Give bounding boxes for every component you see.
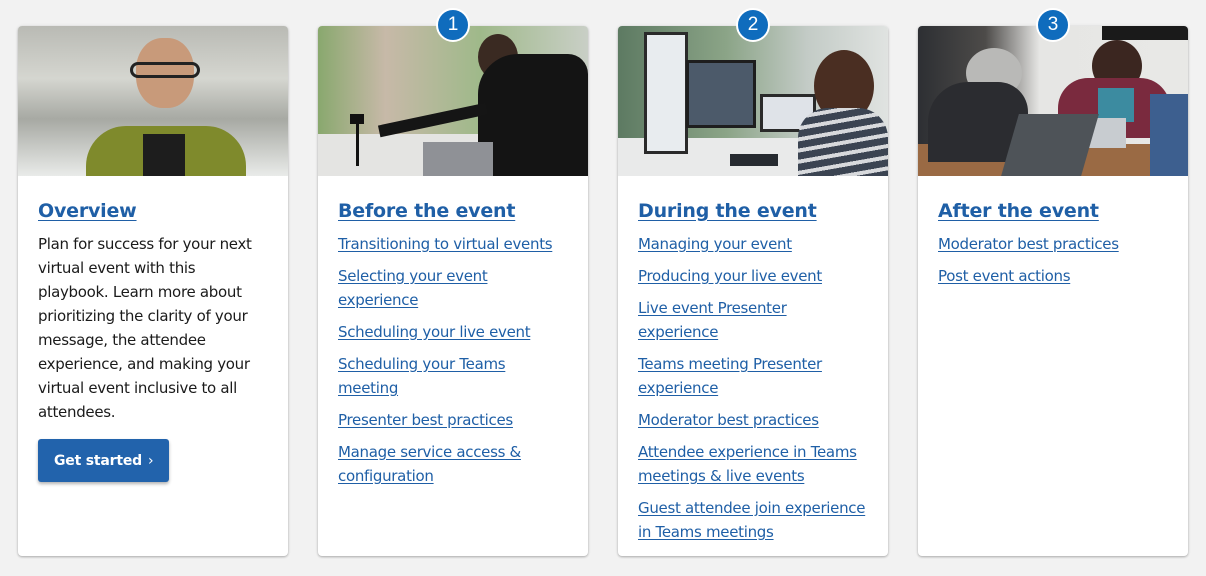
link-attendee-experience[interactable]: Attendee experience in Teams meetings & …: [638, 443, 857, 485]
link-managing-your-event[interactable]: Managing your event: [638, 235, 792, 253]
card-after-the-event: 3 After the event Moderator best practic…: [918, 8, 1188, 556]
step-badge-2: 2: [736, 8, 770, 42]
link-presenter-best-practices[interactable]: Presenter best practices: [338, 411, 513, 429]
during-event-title-link[interactable]: During the event: [638, 200, 817, 222]
link-selecting-event-experience[interactable]: Selecting your event experience: [338, 267, 488, 309]
during-event-image: [618, 26, 888, 176]
card-before-the-event: 1 Before the event Transitioning to virt…: [318, 8, 588, 556]
link-producing-live-event[interactable]: Producing your live event: [638, 267, 822, 285]
card-overview: Overview Plan for success for your next …: [18, 26, 288, 556]
during-event-links: Managing your event Producing your live …: [638, 232, 868, 544]
before-event-links: Transitioning to virtual events Selectin…: [338, 232, 568, 488]
link-scheduling-teams-meeting[interactable]: Scheduling your Teams meeting: [338, 355, 506, 397]
get-started-button[interactable]: Get started ›: [38, 439, 170, 482]
link-live-event-presenter-experience[interactable]: Live event Presenter experience: [638, 299, 787, 341]
cards-row: Overview Plan for success for your next …: [18, 8, 1188, 556]
overview-title-link[interactable]: Overview: [38, 200, 137, 222]
overview-description: Plan for success for your next virtual e…: [38, 235, 252, 421]
after-event-links: Moderator best practices Post event acti…: [938, 232, 1168, 288]
link-scheduling-live-event[interactable]: Scheduling your live event: [338, 323, 531, 341]
step-badge-3: 3: [1036, 8, 1070, 42]
link-manage-service-access[interactable]: Manage service access & configuration: [338, 443, 521, 485]
get-started-label: Get started: [54, 452, 142, 469]
chevron-right-icon: ›: [147, 452, 154, 469]
link-post-event-actions[interactable]: Post event actions: [938, 267, 1071, 285]
before-event-image: [318, 26, 588, 176]
link-moderator-best-practices-after[interactable]: Moderator best practices: [938, 235, 1119, 253]
card-during-the-event: 2 During the event Managing your event P…: [618, 8, 888, 556]
step-badge-1: 1: [436, 8, 470, 42]
after-event-image: [918, 26, 1188, 176]
before-event-title-link[interactable]: Before the event: [338, 200, 515, 222]
link-moderator-best-practices[interactable]: Moderator best practices: [638, 411, 819, 429]
link-transitioning-to-virtual-events[interactable]: Transitioning to virtual events: [338, 235, 553, 253]
after-event-title-link[interactable]: After the event: [938, 200, 1099, 222]
overview-image: [18, 26, 288, 176]
link-teams-meeting-presenter-experience[interactable]: Teams meeting Presenter experience: [638, 355, 822, 397]
link-guest-attendee-join-experience[interactable]: Guest attendee join experience in Teams …: [638, 499, 865, 541]
